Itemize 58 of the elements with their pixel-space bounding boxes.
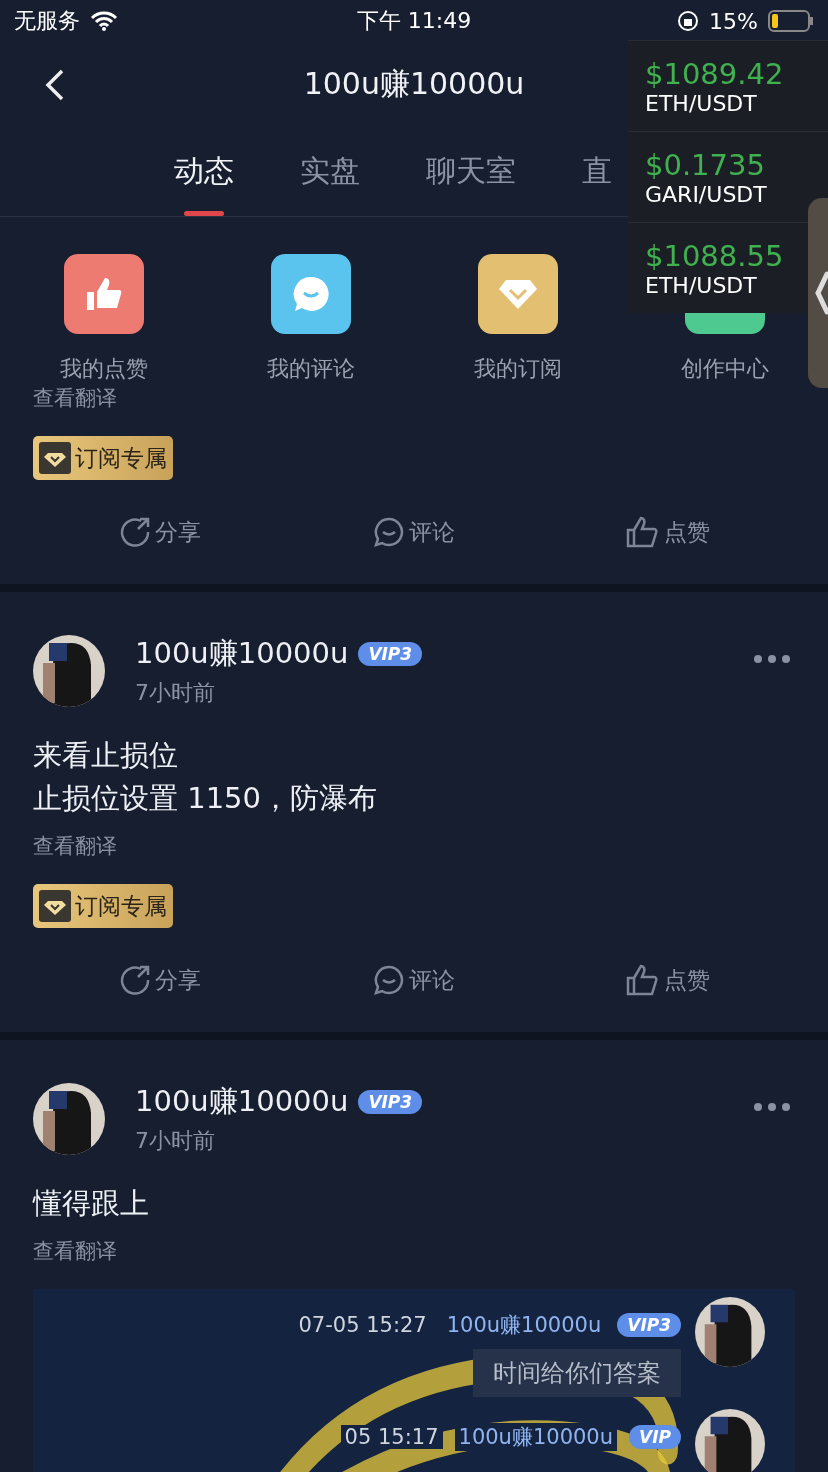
- action-button[interactable]: 点赞: [626, 516, 710, 548]
- action-button[interactable]: 评论: [373, 516, 455, 548]
- post-text: 止损位设置 1150，防瀑布: [33, 780, 379, 817]
- tab[interactable]: 聊天室: [426, 126, 516, 216]
- message-bubble: 时间给你们答案: [473, 1349, 681, 1397]
- vip-badge: VIP3: [617, 1313, 681, 1337]
- comment-icon: [373, 964, 405, 996]
- action-button[interactable]: 评论: [373, 964, 455, 996]
- subscriber-badge: 订阅专属: [33, 436, 173, 480]
- chevron-left-icon: [814, 271, 828, 315]
- ticker-price: $1088.55: [645, 238, 785, 273]
- chat-bubble-icon: [291, 275, 330, 313]
- battery-icon: [768, 10, 814, 32]
- post-text: 懂得跟上: [33, 1185, 150, 1222]
- vip-badge: VIP3: [358, 642, 423, 666]
- subscriber-badge: 订阅专属: [33, 884, 173, 928]
- thumbs-up-icon: [84, 276, 123, 312]
- page-title: 100u赚10000u: [303, 64, 525, 103]
- avatar[interactable]: [695, 1409, 765, 1472]
- post-time: 7小时前: [135, 679, 216, 707]
- author-name[interactable]: 100u赚10000u: [135, 1082, 349, 1122]
- author-name[interactable]: 100u赚10000u: [135, 634, 349, 674]
- diamond-icon: [497, 278, 538, 310]
- carrier-text: 无服务: [14, 7, 80, 35]
- ticker-price: $1089.42: [645, 56, 785, 91]
- thumbs-up-icon: [626, 516, 660, 548]
- post-text: 来看止损位: [33, 737, 179, 774]
- tab[interactable]: 实盘: [300, 126, 360, 216]
- more-icon[interactable]: [753, 1102, 791, 1112]
- clock-text: 下午 11:49: [356, 7, 472, 35]
- action-button[interactable]: 分享: [119, 964, 201, 996]
- ticker-price: $0.1735: [645, 147, 766, 182]
- shortcut-button[interactable]: 我的点赞: [0, 254, 207, 384]
- shortcut-button[interactable]: 我的评论: [207, 254, 414, 384]
- ticker-pair: ETH/USDT: [645, 272, 757, 298]
- ticker-pair: ETH/USDT: [645, 90, 757, 116]
- translate-link[interactable]: 查看翻译: [33, 384, 117, 412]
- post-time: 7小时前: [135, 1127, 216, 1155]
- action-button[interactable]: 分享: [119, 516, 201, 548]
- translate-link[interactable]: 查看翻译: [33, 1237, 117, 1265]
- back-icon[interactable]: [44, 68, 66, 102]
- wifi-icon: [90, 11, 118, 31]
- action-button[interactable]: 点赞: [626, 964, 710, 996]
- sender-name: 100u赚10000u: [454, 1423, 618, 1451]
- translate-link[interactable]: 查看翻译: [33, 832, 117, 860]
- tab[interactable]: 动态: [174, 126, 234, 216]
- share-icon: [119, 964, 151, 996]
- vip-badge: VIP3: [358, 1090, 423, 1114]
- rotation-lock-icon: [677, 10, 700, 32]
- vip-badge: VIP: [629, 1425, 681, 1449]
- share-icon: [119, 516, 151, 548]
- message-time: 05 15:17: [340, 1425, 443, 1449]
- thumbs-up-icon: [626, 964, 660, 996]
- more-icon[interactable]: [753, 654, 791, 664]
- ticker-pair: GARI/USDT: [645, 181, 767, 207]
- comment-icon: [373, 516, 405, 548]
- battery-percent: 15%: [709, 8, 758, 34]
- shortcut-button[interactable]: 我的订阅: [414, 254, 621, 384]
